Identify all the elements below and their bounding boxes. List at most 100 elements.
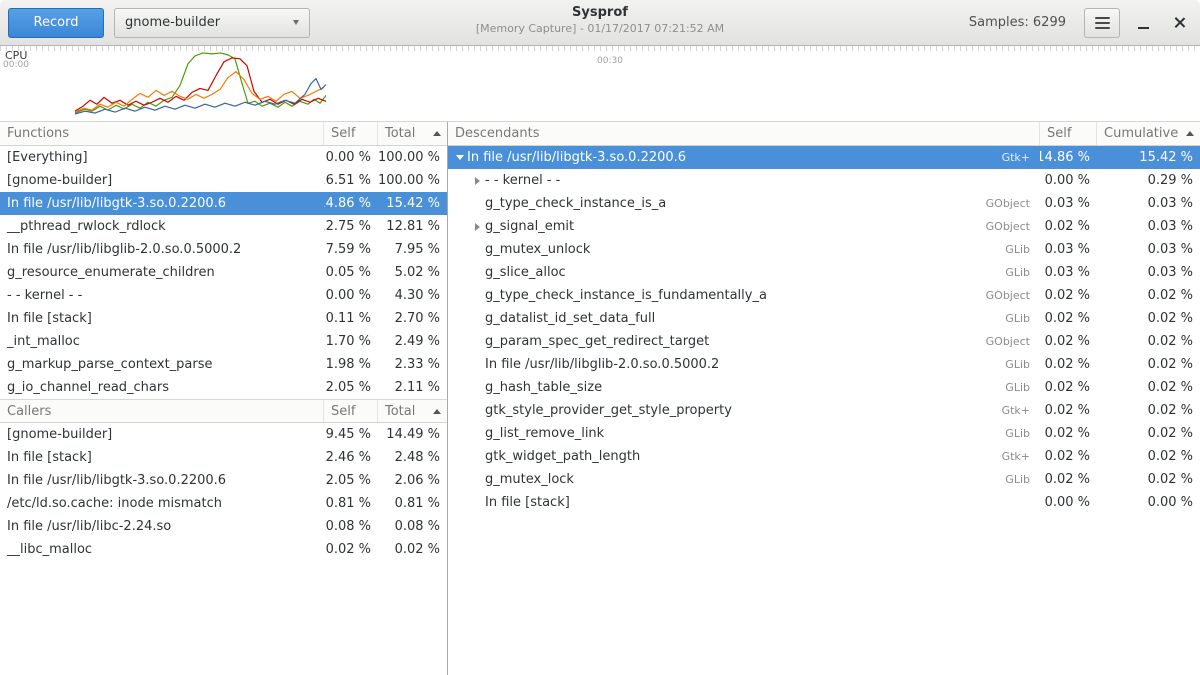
descendants-table-body: In file /usr/lib/libgtk-3.so.0.2200.6Gtk… bbox=[448, 146, 1200, 675]
column-header-label: Functions bbox=[7, 126, 69, 141]
menu-button[interactable] bbox=[1084, 8, 1120, 38]
table-row[interactable]: In file /usr/lib/libgtk-3.so.0.2200.614.… bbox=[0, 192, 447, 215]
sort-indicator-icon bbox=[433, 409, 441, 414]
column-header-self[interactable]: Self bbox=[324, 400, 378, 422]
expander-spacer bbox=[470, 399, 485, 422]
library-badge: GLib bbox=[1005, 473, 1040, 486]
column-header-self[interactable]: Self bbox=[1040, 122, 1097, 145]
cpu-usage-chart bbox=[0, 46, 1200, 121]
column-header-functions[interactable]: Functions bbox=[0, 122, 324, 145]
table-row[interactable]: g_mutex_lockGLib0.02 %0.02 % bbox=[448, 468, 1200, 491]
expander-open-icon bbox=[456, 155, 464, 160]
cumulative-value: 0.02 % bbox=[1097, 284, 1200, 307]
self-value: 0.11 % bbox=[324, 307, 378, 330]
expander-spacer bbox=[470, 468, 485, 491]
table-row[interactable]: g_hash_table_sizeGLib0.02 %0.02 % bbox=[448, 376, 1200, 399]
cumulative-value: 0.03 % bbox=[1097, 192, 1200, 215]
cumulative-value: 0.29 % bbox=[1097, 169, 1200, 192]
table-row[interactable]: In file /usr/lib/libgtk-3.so.0.2200.62.0… bbox=[0, 469, 447, 492]
window-title: Sysprof bbox=[476, 5, 724, 20]
library-badge: GObject bbox=[986, 289, 1040, 302]
table-row[interactable]: g_datalist_id_set_data_fullGLib0.02 %0.0… bbox=[448, 307, 1200, 330]
column-header-descendants[interactable]: Descendants bbox=[448, 122, 1040, 145]
table-row[interactable]: - - kernel - -0.00 %0.29 % bbox=[448, 169, 1200, 192]
table-row[interactable]: gtk_widget_path_lengthGtk+0.02 %0.02 % bbox=[448, 445, 1200, 468]
table-row[interactable]: g_list_remove_linkGLib0.02 %0.02 % bbox=[448, 422, 1200, 445]
column-header-total[interactable]: Total bbox=[378, 122, 447, 145]
table-row[interactable]: _int_malloc1.70 %2.49 % bbox=[0, 330, 447, 353]
table-row[interactable]: __pthread_rwlock_rdlock12.75 %12.81 % bbox=[0, 215, 447, 238]
table-row[interactable]: In file [stack]0.11 %2.70 % bbox=[0, 307, 447, 330]
function-name: In file /usr/lib/libglib-2.0.so.0.5000.2 bbox=[0, 238, 324, 261]
process-selector-dropdown[interactable]: gnome-builder bbox=[114, 8, 310, 38]
function-name: g_param_spec_get_redirect_target bbox=[485, 334, 709, 349]
table-row[interactable]: g_slice_allocGLib0.03 %0.03 % bbox=[448, 261, 1200, 284]
self-value: 0.02 % bbox=[1040, 215, 1097, 238]
function-name: g_resource_enumerate_children bbox=[0, 261, 324, 284]
table-row[interactable]: [gnome-builder]9.45 %14.49 % bbox=[0, 423, 447, 446]
table-row[interactable]: gtk_style_provider_get_style_propertyGtk… bbox=[448, 399, 1200, 422]
table-row[interactable]: In file /usr/lib/libc-2.24.so0.08 %0.08 … bbox=[0, 515, 447, 538]
cumulative-value: 0.02 % bbox=[1097, 307, 1200, 330]
column-header-callers[interactable]: Callers bbox=[0, 400, 324, 422]
expander-closed-icon bbox=[475, 177, 480, 185]
expander-closed-icon bbox=[475, 223, 480, 231]
table-row[interactable]: g_param_spec_get_redirect_targetGObject0… bbox=[448, 330, 1200, 353]
self-value: 0.00 % bbox=[1040, 491, 1097, 514]
table-row[interactable]: /etc/ld.so.cache: inode mismatch0.81 %0.… bbox=[0, 492, 447, 515]
left-pane: FunctionsSelfTotal [Everything]0.00 %100… bbox=[0, 122, 448, 675]
self-value: 0.02 % bbox=[1040, 353, 1097, 376]
expander-icon[interactable] bbox=[470, 215, 485, 238]
cpu-graph[interactable]: CPU 00:00 00:30 bbox=[0, 46, 1200, 122]
record-button[interactable]: Record bbox=[8, 8, 104, 38]
function-name: In file /usr/lib/libglib-2.0.so.0.5000.2 bbox=[485, 357, 719, 372]
table-row[interactable]: [Everything]0.00 %100.00 % bbox=[0, 146, 447, 169]
table-row[interactable]: g_type_check_instance_is_fundamentally_a… bbox=[448, 284, 1200, 307]
function-name: g_io_channel_read_chars bbox=[0, 376, 324, 399]
table-row[interactable]: [gnome-builder]26.51 %100.00 % bbox=[0, 169, 447, 192]
total-value: 2.06 % bbox=[378, 469, 447, 492]
self-value: 1.70 % bbox=[324, 330, 378, 353]
window-subtitle: [Memory Capture] - 01/17/2017 07:21:52 A… bbox=[476, 22, 724, 35]
table-row[interactable]: g_io_channel_read_chars2.05 %2.11 % bbox=[0, 376, 447, 399]
table-row[interactable]: __libc_malloc0.02 %0.02 % bbox=[0, 538, 447, 561]
minimize-button[interactable] bbox=[1130, 10, 1156, 36]
function-name: g_list_remove_link bbox=[485, 426, 604, 441]
table-row[interactable]: g_signal_emitGObject0.02 %0.03 % bbox=[448, 215, 1200, 238]
close-button[interactable] bbox=[1166, 10, 1192, 36]
close-icon bbox=[1173, 16, 1186, 29]
table-row[interactable]: g_markup_parse_context_parse1.98 %2.33 % bbox=[0, 353, 447, 376]
cumulative-value: 0.02 % bbox=[1097, 399, 1200, 422]
library-badge: GLib bbox=[1005, 243, 1040, 256]
library-badge: GLib bbox=[1005, 381, 1040, 394]
callers-table: CallersSelfTotal [gnome-builder]9.45 %14… bbox=[0, 399, 447, 675]
function-name: - - kernel - - bbox=[485, 173, 560, 188]
total-value: 14.49 % bbox=[378, 423, 447, 446]
total-value: 2.70 % bbox=[378, 307, 447, 330]
expander-icon[interactable] bbox=[470, 169, 485, 192]
table-row[interactable]: In file /usr/lib/libglib-2.0.so.0.5000.2… bbox=[0, 238, 447, 261]
column-header-self[interactable]: Self bbox=[324, 122, 378, 145]
library-badge: GObject bbox=[986, 220, 1040, 233]
function-name: [gnome-builder] bbox=[0, 169, 324, 192]
total-value: 0.08 % bbox=[378, 515, 447, 538]
column-header-total[interactable]: Total bbox=[378, 400, 447, 422]
function-name: g_markup_parse_context_parse bbox=[0, 353, 324, 376]
function-name: g_datalist_id_set_data_full bbox=[485, 311, 655, 326]
table-row[interactable]: In file [stack]2.46 %2.48 % bbox=[0, 446, 447, 469]
table-row[interactable]: - - kernel - -0.00 %4.30 % bbox=[0, 284, 447, 307]
column-header-cumulative[interactable]: Cumulative bbox=[1097, 122, 1200, 145]
table-row[interactable]: g_mutex_unlockGLib0.03 %0.03 % bbox=[448, 238, 1200, 261]
chevron-down-icon bbox=[293, 20, 299, 25]
self-value: 0.00 % bbox=[324, 284, 378, 307]
self-value: 0.02 % bbox=[1040, 468, 1097, 491]
expander-spacer bbox=[470, 376, 485, 399]
table-row[interactable]: In file /usr/lib/libgtk-3.so.0.2200.6Gtk… bbox=[448, 146, 1200, 169]
table-row[interactable]: In file [stack]0.00 %0.00 % bbox=[448, 491, 1200, 514]
table-row[interactable]: In file /usr/lib/libglib-2.0.so.0.5000.2… bbox=[448, 353, 1200, 376]
table-row[interactable]: g_resource_enumerate_children0.05 %5.02 … bbox=[0, 261, 447, 284]
library-badge: GLib bbox=[1005, 427, 1040, 440]
expander-icon[interactable] bbox=[452, 146, 467, 169]
table-row[interactable]: g_type_check_instance_is_aGObject0.03 %0… bbox=[448, 192, 1200, 215]
function-name: g_mutex_unlock bbox=[485, 242, 590, 257]
